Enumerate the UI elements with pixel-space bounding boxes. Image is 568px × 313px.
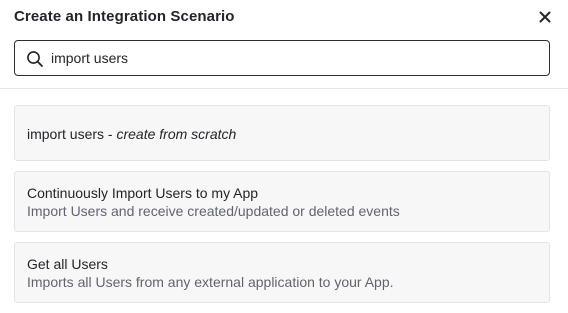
- search-box[interactable]: [14, 40, 550, 76]
- result-title: import users - create from scratch: [27, 126, 236, 142]
- query-text: import users: [27, 126, 105, 142]
- create-scenario-dialog: Create an Integration Scenario import us…: [0, 0, 568, 313]
- result-continuously-import-users[interactable]: Continuously Import Users to my App Impo…: [14, 171, 550, 232]
- result-title: Get all Users: [27, 256, 108, 272]
- dialog-title: Create an Integration Scenario: [14, 8, 235, 25]
- result-description: Imports all Users from any external appl…: [27, 274, 394, 290]
- close-icon[interactable]: [536, 8, 554, 26]
- result-title: Continuously Import Users to my App: [27, 185, 259, 201]
- separator-text: -: [104, 126, 117, 142]
- result-get-all-users[interactable]: Get all Users Imports all Users from any…: [14, 242, 550, 303]
- search-input[interactable]: [51, 41, 531, 74]
- result-description: Import Users and receive created/updated…: [27, 203, 400, 219]
- result-create-from-scratch[interactable]: import users - create from scratch: [14, 105, 550, 161]
- divider: [0, 88, 568, 89]
- create-from-scratch-label: create from scratch: [116, 126, 237, 142]
- search-icon: [26, 50, 44, 68]
- dialog-header: Create an Integration Scenario: [14, 8, 554, 28]
